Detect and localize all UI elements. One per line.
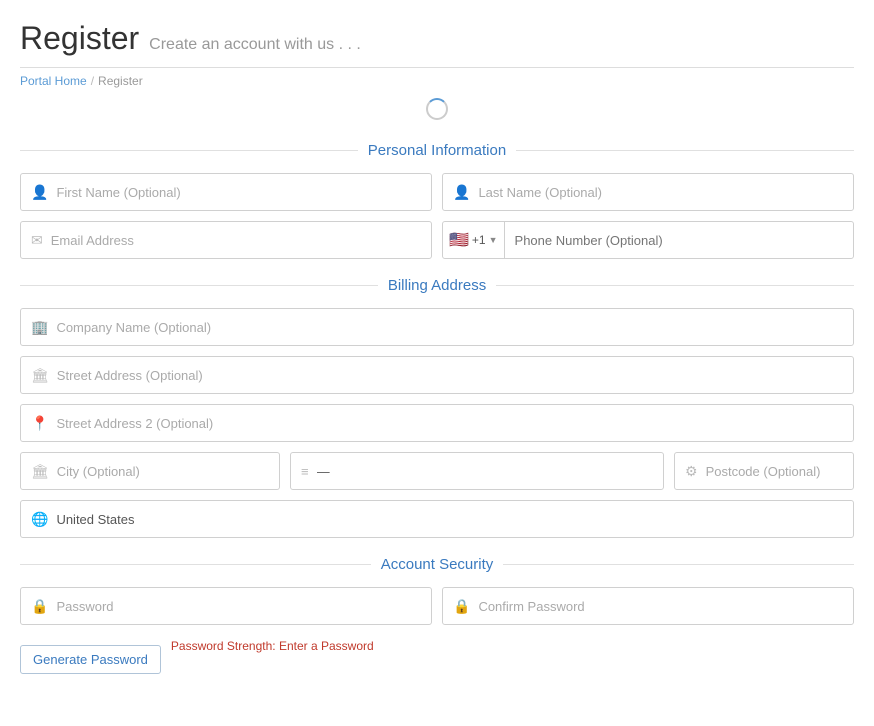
- password-wrapper: 🔒: [20, 587, 432, 625]
- spinner-icon: [426, 98, 448, 120]
- street-field-container: 🏛: [20, 356, 854, 394]
- page-title-sub: Create an account with us . . .: [149, 36, 361, 54]
- password-field-wrapper: 🔒: [20, 587, 432, 625]
- last-name-wrapper: 👤: [442, 173, 854, 211]
- state-select[interactable]: — AL CA NY TX: [317, 464, 653, 479]
- email-icon: ✉: [31, 232, 43, 249]
- billing-section-title: Billing Address: [388, 277, 486, 294]
- generate-password-button[interactable]: Generate Password: [20, 645, 161, 674]
- building-icon: 🏢: [31, 319, 48, 336]
- phone-code: +1: [472, 233, 486, 247]
- billing-section-divider: Billing Address: [20, 277, 854, 294]
- confirm-password-wrapper: 🔒: [442, 587, 854, 625]
- company-wrapper: 🏢: [20, 308, 854, 346]
- breadcrumb-home-link[interactable]: Portal Home: [20, 74, 87, 88]
- street-wrapper: 🏛: [20, 356, 854, 394]
- city-field-wrapper: 🏛: [20, 452, 280, 490]
- postcode-wrapper: ⚙: [674, 452, 854, 490]
- personal-section-title: Personal Information: [368, 142, 506, 159]
- state-wrapper: ≡ — AL CA NY TX: [290, 452, 664, 490]
- password-bottom-row: Generate Password Password Strength: Ent…: [20, 635, 854, 674]
- person-icon: 👤: [31, 184, 48, 201]
- password-strength-area: Password Strength: Enter a Password: [171, 635, 854, 653]
- email-input[interactable]: [51, 233, 421, 248]
- breadcrumb-current: Register: [98, 74, 143, 88]
- personal-section-divider: Personal Information: [20, 142, 854, 159]
- first-name-field: 👤: [20, 173, 432, 211]
- first-name-input[interactable]: [56, 185, 421, 200]
- breadcrumb: Portal Home / Register: [20, 74, 854, 88]
- breadcrumb-separator: /: [91, 74, 94, 88]
- security-section-divider: Account Security: [20, 556, 854, 573]
- email-phone-row: ✉ 🇺🇸 +1 ▼: [20, 221, 854, 259]
- globe-icon: 🌐: [31, 511, 48, 528]
- security-section-title: Account Security: [381, 556, 494, 573]
- email-field-wrapper: ✉: [20, 221, 432, 259]
- phone-caret-icon: ▼: [489, 235, 498, 245]
- lock-icon-2: 🔒: [453, 598, 470, 615]
- city-icon: 🏛: [31, 463, 49, 480]
- city-wrapper: 🏛: [20, 452, 280, 490]
- phone-row: 🇺🇸 +1 ▼: [442, 221, 854, 259]
- company-field-container: 🏢: [20, 308, 854, 346]
- city-input[interactable]: [57, 464, 269, 479]
- loading-spinner-area: [20, 88, 854, 124]
- name-row: 👤 👤: [20, 173, 854, 211]
- street2-input[interactable]: [56, 416, 843, 431]
- street2-field-container: 📍: [20, 404, 854, 442]
- page-title-main: Register: [20, 20, 139, 57]
- last-name-input[interactable]: [478, 185, 843, 200]
- country-wrapper: 🌐 United States Canada United Kingdom: [20, 500, 854, 538]
- person-icon-2: 👤: [453, 184, 470, 201]
- state-icon: ≡: [301, 464, 309, 479]
- password-input[interactable]: [56, 599, 421, 614]
- street2-wrapper: 📍: [20, 404, 854, 442]
- password-row: 🔒 🔒: [20, 587, 854, 625]
- phone-field-wrapper: 🇺🇸 +1 ▼: [442, 221, 854, 259]
- confirm-password-field-wrapper: 🔒: [442, 587, 854, 625]
- lock-icon: 🔒: [31, 598, 48, 615]
- country-select[interactable]: United States Canada United Kingdom: [56, 512, 843, 527]
- confirm-password-input[interactable]: [478, 599, 843, 614]
- street-input[interactable]: [57, 368, 843, 383]
- email-wrapper: ✉: [20, 221, 432, 259]
- us-flag-icon: 🇺🇸: [449, 230, 469, 250]
- strength-label: Password Strength: Enter a Password: [171, 639, 854, 653]
- phone-country-select[interactable]: 🇺🇸 +1 ▼: [443, 222, 505, 258]
- last-name-field: 👤: [442, 173, 854, 211]
- company-input[interactable]: [56, 320, 843, 335]
- first-name-wrapper: 👤: [20, 173, 432, 211]
- street-icon: 🏛: [31, 367, 49, 384]
- postcode-input[interactable]: [706, 464, 843, 479]
- pin-icon: 📍: [31, 415, 48, 432]
- gear-icon: ⚙: [685, 463, 698, 480]
- generate-password-area: Generate Password: [20, 635, 161, 674]
- phone-input[interactable]: [505, 233, 853, 248]
- city-state-postcode-row: 🏛 ≡ — AL CA NY TX ⚙: [20, 452, 854, 490]
